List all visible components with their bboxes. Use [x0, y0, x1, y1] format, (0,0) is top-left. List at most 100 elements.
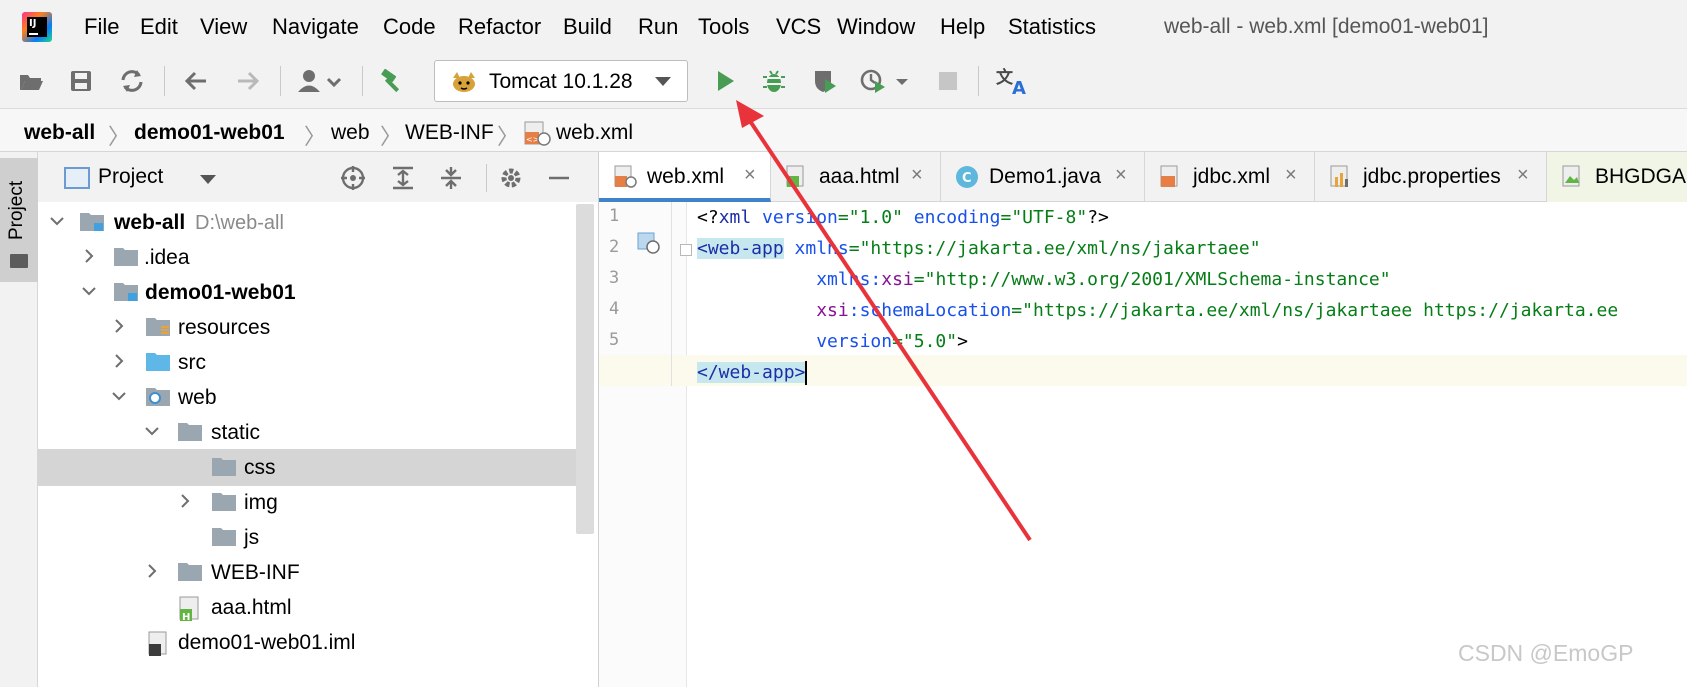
chevron-right-icon[interactable]	[112, 319, 126, 333]
sync-icon[interactable]	[118, 67, 146, 95]
close-icon[interactable]: ×	[911, 164, 923, 187]
tree-item-label: demo01-web01	[145, 281, 296, 304]
editor-tab-bar: web.xml × aaa.html × C Demo1.java × jdbc…	[599, 152, 1687, 202]
user-icon[interactable]	[296, 67, 346, 95]
resources-folder-icon	[146, 318, 170, 336]
tab-jdbc-xml[interactable]: jdbc.xml ×	[1145, 152, 1315, 202]
menu-file[interactable]: File	[84, 14, 119, 40]
chevron-down-icon[interactable]	[145, 424, 159, 438]
build-hammer-icon[interactable]	[378, 67, 406, 95]
menu-edit[interactable]: Edit	[140, 14, 178, 40]
chevron-down-icon[interactable]	[50, 214, 64, 228]
project-tool-window-tab[interactable]: Project	[0, 158, 38, 282]
tree-item-static[interactable]: static	[38, 414, 593, 451]
chevron-right-icon[interactable]	[145, 564, 159, 578]
menu-statistics[interactable]: Statistics	[1008, 14, 1096, 40]
toolbar-separator	[978, 66, 979, 96]
expand-all-icon[interactable]	[390, 165, 416, 191]
tab-aaa-html[interactable]: aaa.html ×	[771, 152, 941, 202]
breadcrumb-item-current[interactable]: web.xml	[556, 121, 633, 145]
text-cursor	[805, 361, 808, 385]
tab-bhgdga[interactable]: BHGDGA	[1547, 152, 1687, 202]
tree-item-src[interactable]: src	[38, 344, 593, 381]
debug-icon[interactable]	[760, 67, 788, 95]
menu-run[interactable]: Run	[638, 14, 678, 40]
menu-help[interactable]: Help	[940, 14, 985, 40]
tree-item-idea[interactable]: .idea	[38, 239, 593, 276]
coverage-icon[interactable]	[811, 67, 839, 95]
forward-icon[interactable]	[234, 67, 262, 95]
breadcrumb-item[interactable]: web-all	[24, 121, 95, 145]
code-line-6: </web-app>	[697, 361, 808, 385]
close-icon[interactable]: ×	[1517, 164, 1529, 187]
translate-icon[interactable]: 文 A	[995, 67, 1031, 95]
tree-item-web-all[interactable]: web-all D:\web-all	[38, 204, 593, 241]
svg-text:A: A	[1012, 78, 1026, 95]
menu-tools[interactable]: Tools	[698, 14, 749, 40]
tab-demo1-java[interactable]: C Demo1.java ×	[941, 152, 1145, 202]
tree-item-label: aaa.html	[211, 596, 292, 619]
tree-item-aaa-html[interactable]: H aaa.html	[38, 589, 593, 626]
menu-code[interactable]: Code	[383, 14, 436, 40]
tab-label: Demo1.java	[989, 165, 1102, 188]
menu-refactor[interactable]: Refactor	[458, 14, 541, 40]
tree-item-label: WEB-INF	[211, 561, 300, 584]
tree-item-resources[interactable]: resources	[38, 309, 593, 346]
locate-icon[interactable]	[340, 165, 366, 191]
tree-item-label: .idea	[144, 246, 190, 269]
code-line-2: <web-app xmlns="https://jakarta.ee/xml/n…	[697, 238, 1261, 259]
chevron-down-icon[interactable]	[112, 389, 126, 403]
java-class-icon: C	[956, 166, 978, 188]
tree-item-img[interactable]: img	[38, 484, 593, 521]
web-folder-icon	[146, 388, 170, 406]
tree-item-iml[interactable]: demo01-web01.iml	[38, 624, 593, 661]
menu-vcs[interactable]: VCS	[776, 14, 821, 40]
minimize-icon[interactable]	[546, 165, 572, 191]
tree-item-label: static	[211, 421, 261, 444]
stop-icon[interactable]	[934, 67, 962, 95]
web-app-gutter-icon[interactable]	[637, 232, 663, 256]
chevron-down-icon[interactable]	[82, 284, 96, 298]
project-panel-title[interactable]: Project	[98, 165, 163, 189]
tree-item-js[interactable]: js	[38, 519, 593, 556]
close-icon[interactable]: ×	[744, 164, 756, 187]
chevron-down-icon[interactable]	[200, 175, 216, 184]
indent-guide	[671, 202, 672, 386]
tree-item-demo01-web01[interactable]: demo01-web01	[38, 274, 593, 311]
tree-item-web-inf[interactable]: WEB-INF	[38, 554, 593, 591]
collapse-all-icon[interactable]	[438, 165, 464, 191]
gear-icon[interactable]	[498, 165, 524, 191]
tree-item-path: D:\web-all	[195, 212, 284, 234]
tree-scrollbar[interactable]	[576, 204, 594, 534]
chevron-right-icon[interactable]	[112, 354, 126, 368]
open-folder-icon[interactable]	[17, 67, 45, 95]
breadcrumb-item[interactable]: web	[331, 121, 370, 145]
profile-icon[interactable]	[858, 67, 912, 95]
html-file-icon	[786, 165, 804, 187]
breadcrumb-item[interactable]: demo01-web01	[134, 121, 285, 145]
tree-item-css[interactable]: css	[38, 449, 593, 486]
tab-jdbc-properties[interactable]: jdbc.properties ×	[1315, 152, 1547, 202]
menu-navigate[interactable]: Navigate	[272, 14, 359, 40]
run-configuration-dropdown[interactable]: Tomcat 10.1.28	[434, 60, 688, 102]
save-icon[interactable]	[67, 67, 95, 95]
close-icon[interactable]: ×	[1285, 164, 1297, 187]
menu-build[interactable]: Build	[563, 14, 612, 40]
run-icon[interactable]	[711, 67, 739, 95]
tab-label: jdbc.properties	[1363, 165, 1501, 188]
tab-web-xml[interactable]: web.xml ×	[599, 152, 771, 202]
project-view-icon	[64, 167, 90, 189]
html-file-icon: H	[179, 596, 199, 622]
chevron-down-icon	[655, 77, 671, 86]
intellij-logo-icon[interactable]: IJ	[22, 12, 52, 42]
close-icon[interactable]: ×	[1115, 164, 1127, 187]
tree-item-label: js	[244, 526, 260, 549]
chevron-right-icon[interactable]	[178, 494, 192, 508]
code-editor[interactable]: <?xml version="1.0" encoding="UTF-8"?> <…	[599, 202, 1687, 687]
tree-item-web[interactable]: web	[38, 379, 593, 416]
chevron-right-icon[interactable]	[82, 249, 96, 263]
breadcrumb-item[interactable]: WEB-INF	[405, 121, 494, 145]
back-icon[interactable]	[182, 67, 210, 95]
menu-window[interactable]: Window	[837, 14, 915, 40]
menu-view[interactable]: View	[200, 14, 247, 40]
